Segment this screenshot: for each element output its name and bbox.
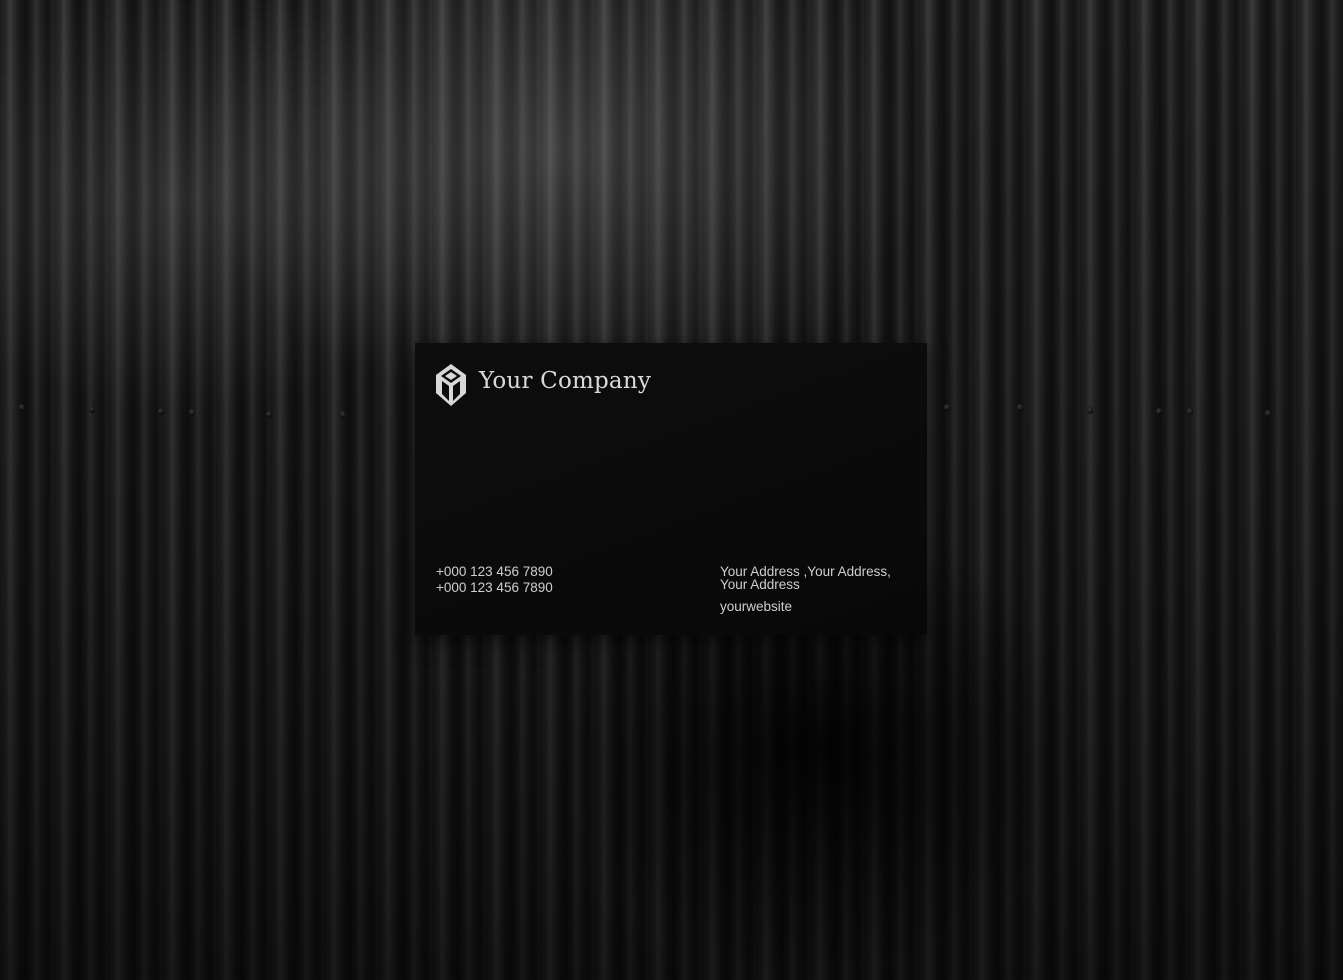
rivet <box>189 409 195 416</box>
company-name: Your Company <box>479 368 652 394</box>
rivet <box>1087 407 1093 414</box>
address-text: Your Address ,Your Address, Your Address <box>720 564 891 592</box>
photo-scene: Your Company +000 123 456 7890 +000 123 … <box>0 0 1343 980</box>
rivet <box>340 411 346 418</box>
phone-number: +000 123 456 7890 <box>436 580 553 595</box>
rivet <box>266 411 272 418</box>
rivet <box>1156 408 1162 415</box>
rivet <box>19 404 25 411</box>
company-logo-icon <box>436 364 466 406</box>
business-card: Your Company +000 123 456 7890 +000 123 … <box>415 343 927 635</box>
phone-numbers: +000 123 456 7890 +000 123 456 7890 <box>436 564 553 596</box>
rivet <box>158 408 164 415</box>
phone-number: +000 123 456 7890 <box>436 564 553 579</box>
rivet <box>1265 410 1271 417</box>
rivet <box>89 406 95 413</box>
rivet <box>1187 408 1193 415</box>
website-text: yourwebsite <box>720 599 793 614</box>
rivet <box>944 404 950 411</box>
rivet <box>1017 404 1023 411</box>
